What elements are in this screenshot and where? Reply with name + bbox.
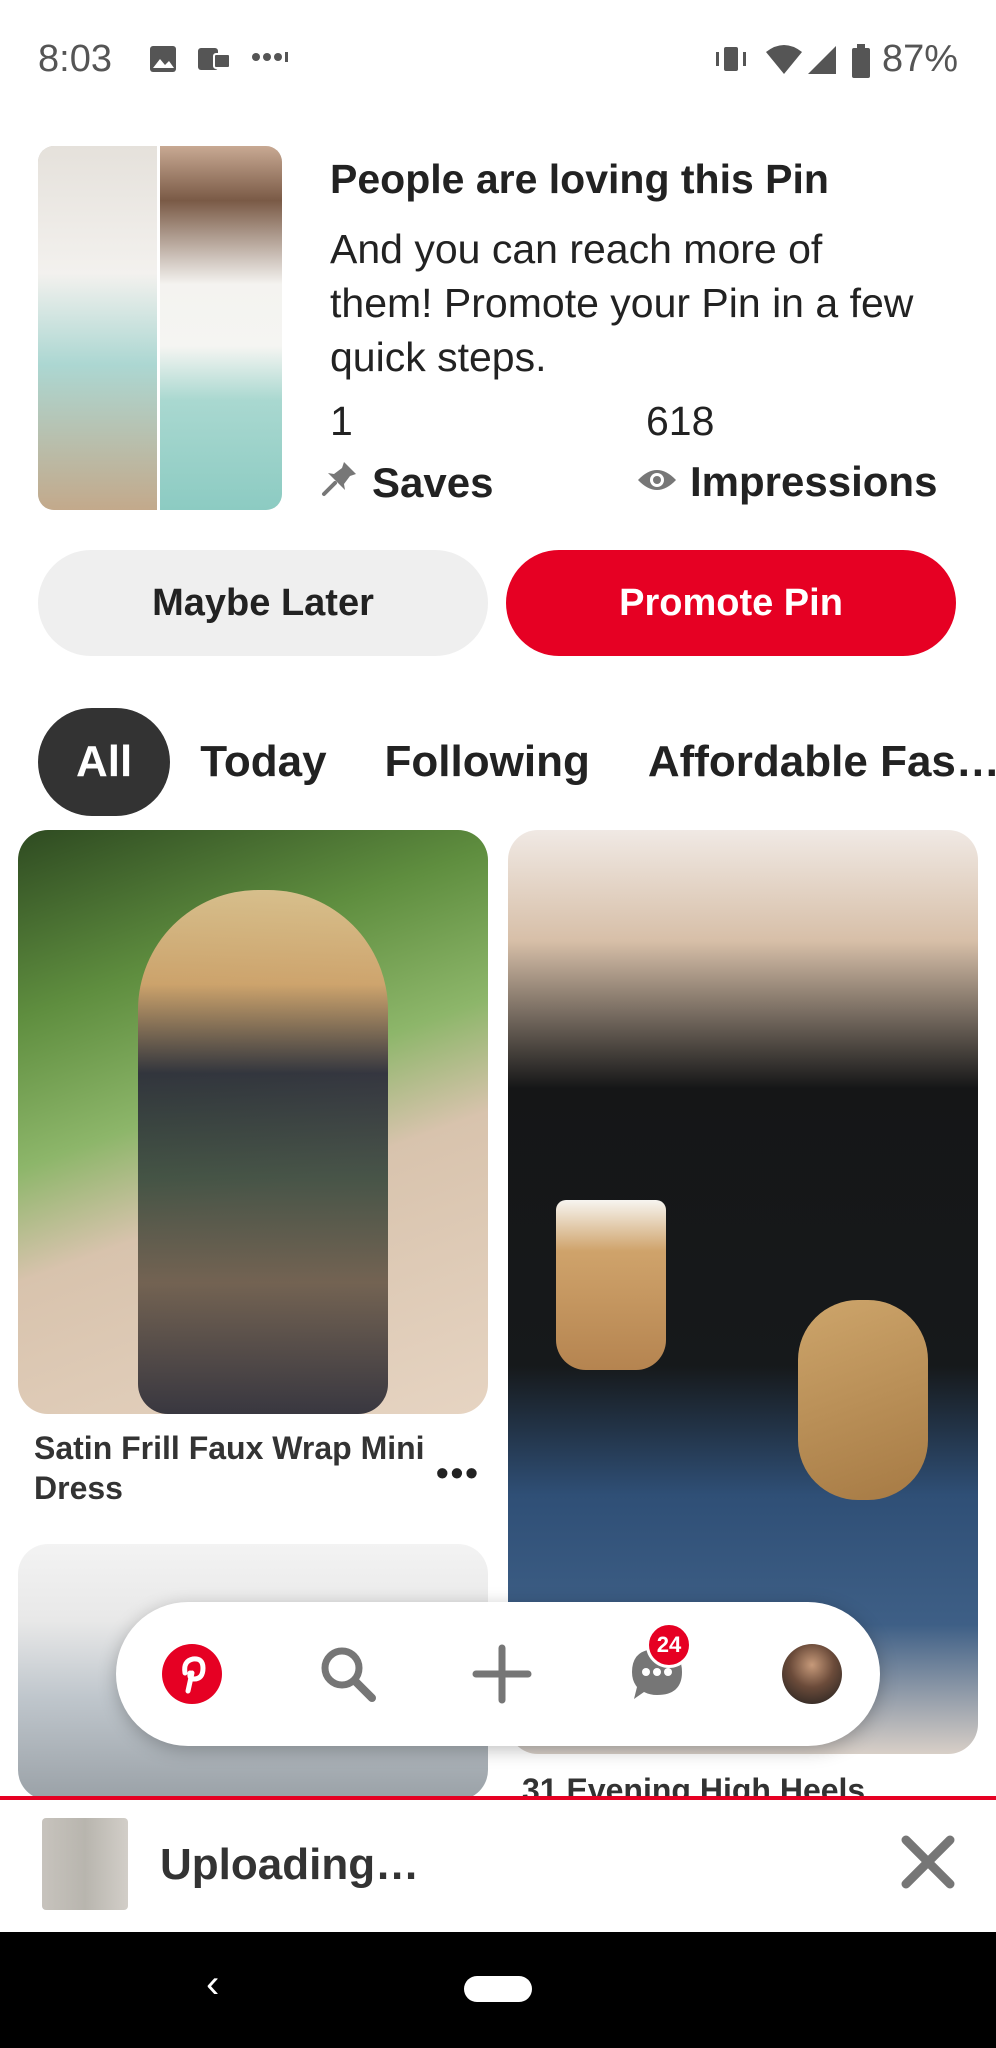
saves-count: 1 xyxy=(330,398,353,444)
impressions-label: Impressions xyxy=(690,458,938,505)
feed-tabs: All Today Following Affordable Fas… xyxy=(38,708,996,816)
status-bar: 8:03 87% xyxy=(0,0,996,120)
system-nav-bar: ‹ xyxy=(0,1932,996,2048)
search-icon[interactable] xyxy=(312,1638,384,1710)
back-icon[interactable]: ‹ xyxy=(206,1962,219,2007)
upload-status: Uploading… xyxy=(160,1840,420,1889)
vpn-icon xyxy=(196,44,232,79)
tab-all[interactable]: All xyxy=(38,708,171,816)
avatar xyxy=(782,1644,842,1704)
tab-following[interactable]: Following xyxy=(385,737,590,787)
promo-title: People are loving this Pin xyxy=(330,156,829,202)
upload-thumbnail xyxy=(42,1818,128,1910)
battery-percent: 87% xyxy=(881,38,958,80)
pin-icon xyxy=(320,458,372,508)
maybe-later-button[interactable]: Maybe Later xyxy=(38,550,488,656)
battery-icon xyxy=(850,44,872,83)
saves-label: Saves xyxy=(372,459,494,506)
pin-photo-bag xyxy=(798,1300,928,1500)
saves-stat: Saves xyxy=(320,458,493,508)
signal-icon xyxy=(806,44,838,81)
pin-image-wrap-dress[interactable] xyxy=(18,830,488,1414)
impressions-count: 618 xyxy=(646,398,715,444)
pin-photo-coffee xyxy=(556,1200,666,1370)
upload-bar: Uploading… xyxy=(0,1796,996,1932)
plus-icon[interactable] xyxy=(466,1638,538,1710)
home-pill-icon[interactable] xyxy=(464,1976,532,2002)
messages-badge: 24 xyxy=(646,1622,692,1668)
wifi-icon xyxy=(764,44,804,81)
promo-photo-left xyxy=(38,146,160,510)
pin-caption[interactable]: Satin Frill Faux Wrap Mini Dress xyxy=(34,1428,434,1508)
tab-today[interactable]: Today xyxy=(200,737,326,787)
pinterest-home-icon[interactable] xyxy=(156,1638,228,1710)
vibrate-icon xyxy=(712,44,750,79)
close-icon[interactable] xyxy=(896,1830,960,1894)
promo-body: And you can reach more of them! Promote … xyxy=(330,226,914,380)
tab-affordable-fashion[interactable]: Affordable Fas… xyxy=(648,737,996,787)
bottom-nav: 24 xyxy=(116,1602,880,1746)
more-options-icon[interactable]: ••• xyxy=(436,1452,480,1494)
more-dots-icon xyxy=(250,50,290,69)
eye-icon xyxy=(636,458,690,506)
promo-photo-right xyxy=(160,146,282,510)
promote-pin-button[interactable]: Promote Pin xyxy=(506,550,956,656)
image-icon xyxy=(148,44,178,79)
profile-avatar[interactable] xyxy=(776,1638,848,1710)
impressions-stat: Impressions xyxy=(636,458,937,506)
status-time: 8:03 xyxy=(38,38,112,80)
pin-photo-figure xyxy=(138,890,388,1414)
promo-pin-image[interactable] xyxy=(38,146,282,510)
